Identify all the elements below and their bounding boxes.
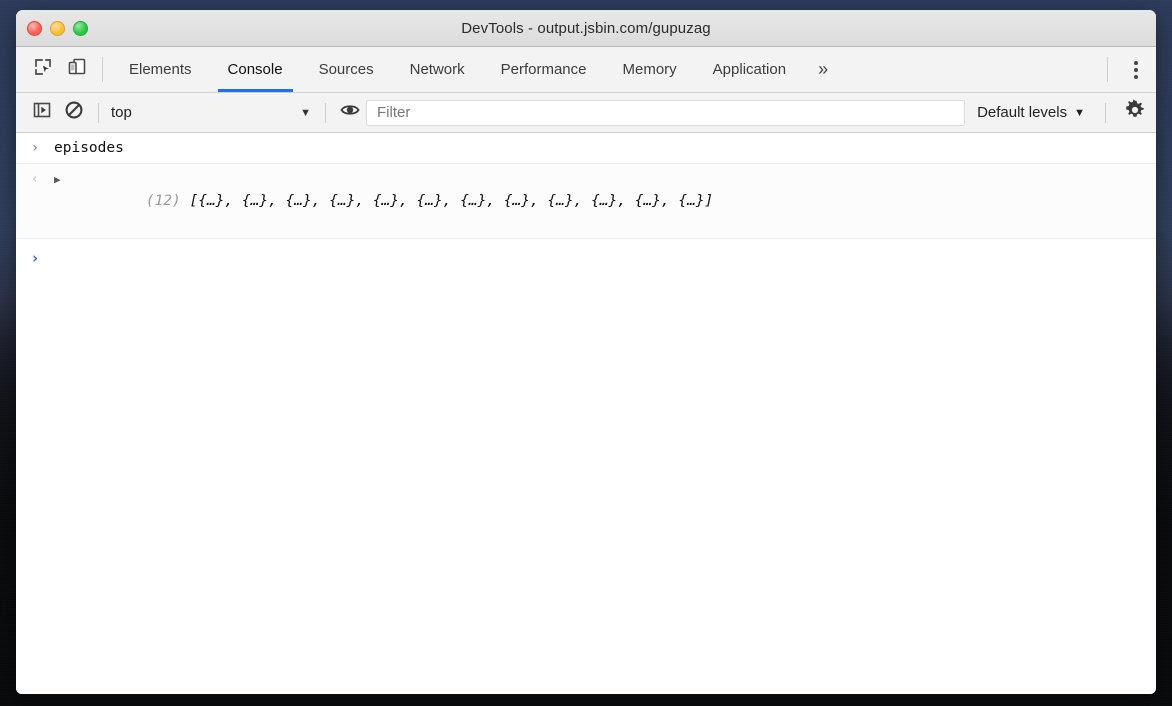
execution-context-selector[interactable]: top ▼ <box>107 101 317 125</box>
tab-application[interactable]: Application <box>695 47 804 92</box>
log-levels-label: Default levels <box>977 104 1068 121</box>
more-tabs-button[interactable]: » <box>804 47 842 92</box>
tab-label: Sources <box>318 61 374 78</box>
result-gutter: ‹ <box>16 168 54 189</box>
tab-elements[interactable]: Elements <box>111 47 210 92</box>
tabbar-separator-left <box>102 57 103 82</box>
chevron-right-icon: › <box>30 140 40 156</box>
log-levels-selector[interactable]: Default levels ▼ <box>965 104 1097 121</box>
tab-performance[interactable]: Performance <box>483 47 605 92</box>
console-prompt-chevron-icon: › <box>30 249 40 267</box>
console-message-result[interactable]: ‹ ▶ (12) [{…}, {…}, {…}, {…}, {…}, {…}, … <box>16 164 1156 239</box>
window-title: DevTools - output.jsbin.com/gupuzag <box>461 19 711 37</box>
console-output-area[interactable]: › episodes ‹ ▶ (12) [{…}, {…}, {…}, {…},… <box>16 133 1156 694</box>
tab-network[interactable]: Network <box>392 47 483 92</box>
chevron-double-right-icon: » <box>818 59 829 79</box>
console-filter-placeholder: Filter <box>377 104 411 121</box>
chevron-down-icon: ▼ <box>300 106 311 119</box>
kebab-menu-icon <box>1134 60 1138 65</box>
tab-label: Elements <box>129 61 192 78</box>
inspect-element-icon <box>33 57 53 82</box>
tabbar-right-group <box>1099 47 1156 92</box>
devtools-tabbar: Elements Console Sources Network Perform… <box>16 47 1156 93</box>
live-expression-eye-icon <box>339 99 361 126</box>
devtools-settings-button[interactable] <box>1114 93 1156 133</box>
filterbar-separator-2 <box>325 102 326 123</box>
minimize-window-button[interactable] <box>50 20 65 36</box>
inspect-element-button[interactable] <box>26 47 60 92</box>
chevron-left-icon: ‹ <box>30 171 40 187</box>
kebab-menu-icon <box>1134 74 1138 79</box>
live-expression-button[interactable] <box>334 93 366 133</box>
device-toolbar-icon <box>66 56 88 83</box>
devtools-window: DevTools - output.jsbin.com/gupuzag Elem… <box>16 10 1156 694</box>
customize-devtools-button[interactable] <box>1116 47 1156 92</box>
command-gutter: › <box>16 137 54 158</box>
object-expand-triangle-icon[interactable]: ▶ <box>54 168 76 191</box>
gear-icon <box>1124 99 1146 126</box>
array-preview: [{…}, {…}, {…}, {…}, {…}, {…}, {…}, {…},… <box>180 193 714 209</box>
console-filter-input[interactable]: Filter <box>366 99 966 126</box>
tab-label: Application <box>712 61 787 78</box>
filterbar-separator-1 <box>98 102 99 123</box>
console-filter-toolbar: top ▼ Filter Default levels ▼ <box>16 93 1156 133</box>
tabbar-separator-right <box>1107 57 1108 82</box>
console-prompt-input[interactable] <box>54 248 1156 268</box>
console-command-text: episodes <box>54 140 124 156</box>
devtools-tab-list: Elements Console Sources Network Perform… <box>111 47 1099 92</box>
close-window-button[interactable] <box>27 20 42 36</box>
maximize-window-button[interactable] <box>73 20 88 36</box>
console-result-text: (12) [{…}, {…}, {…}, {…}, {…}, {…}, {…},… <box>76 168 713 234</box>
tab-label: Console <box>227 61 283 78</box>
tab-label: Network <box>409 61 465 78</box>
clear-console-button[interactable] <box>58 93 90 133</box>
tab-console[interactable]: Console <box>210 47 301 92</box>
chevron-down-icon: ▼ <box>1074 106 1085 119</box>
tab-label: Memory <box>622 61 677 78</box>
tab-label: Performance <box>500 61 587 78</box>
tab-memory[interactable]: Memory <box>605 47 695 92</box>
clear-console-icon <box>64 100 84 125</box>
array-length-badge: (12) <box>145 193 181 209</box>
window-titlebar: DevTools - output.jsbin.com/gupuzag <box>16 10 1156 47</box>
kebab-menu-icon <box>1134 67 1138 72</box>
console-sidebar-toggle-button[interactable] <box>26 93 58 133</box>
window-controls <box>27 10 88 46</box>
console-message-command[interactable]: › episodes <box>16 133 1156 164</box>
filterbar-separator-3 <box>1105 102 1106 123</box>
console-sidebar-toggle-icon <box>32 100 52 125</box>
execution-context-value: top <box>111 104 132 121</box>
tab-sources[interactable]: Sources <box>301 47 392 92</box>
device-toolbar-button[interactable] <box>60 47 94 92</box>
console-prompt-row[interactable]: › <box>16 239 1156 273</box>
